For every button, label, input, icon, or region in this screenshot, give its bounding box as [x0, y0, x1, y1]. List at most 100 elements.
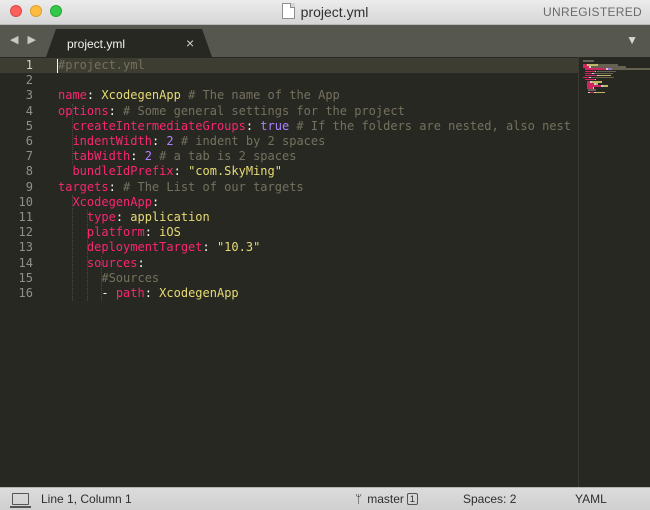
code-line[interactable]: #project.yml [58, 58, 145, 73]
line-number: 3 [25, 88, 33, 103]
code-token-string: iOS [159, 225, 181, 240]
line-number: 15 [18, 270, 33, 285]
code-token-comment: # The List of our targets [123, 179, 304, 194]
git-branch-count: 1 [406, 493, 418, 505]
code-token-key: tabWidth [72, 149, 131, 164]
code-token-comment: # indent by 2 spaces [173, 134, 326, 148]
line-number: 2 [25, 73, 33, 88]
unregistered-label: UNREGISTERED [543, 5, 642, 19]
syntax-selector[interactable]: YAML [575, 492, 607, 506]
code-token-comment: # Some general settings for the project [123, 103, 405, 118]
line-number: 14 [18, 255, 33, 270]
code-line[interactable]: sources: [58, 256, 145, 271]
editor-area[interactable]: 1 2 3 4 5 6 7 8 9 10 11 12 13 14 15 16 #project.yml name… [0, 57, 650, 487]
editor-window: project.yml UNREGISTERED ◀ ▶ project.yml… [0, 0, 650, 510]
code-token-comment: # a tab is 2 spaces [151, 149, 297, 164]
code-token-plain: - [101, 286, 116, 300]
git-branch-icon: ᛘ [355, 492, 363, 506]
code-line[interactable]: platform: iOS [58, 225, 181, 240]
code-line[interactable]: deploymentTarget: "10.3" [58, 240, 260, 255]
tab-project-yml[interactable]: project.yml × [46, 29, 212, 57]
code-token-const: 2 [144, 149, 152, 164]
line-number: 11 [18, 210, 33, 224]
tab-close-icon[interactable]: × [186, 35, 194, 51]
line-number-gutter: 1 2 3 4 5 6 7 8 9 10 11 12 13 14 15 16 [0, 57, 50, 487]
code-token-string: application [130, 210, 210, 224]
code-token-plain: : [245, 118, 261, 133]
code-line[interactable]: - path: XcodegenApp [58, 286, 239, 301]
code-token-string: XcodegenApp [159, 286, 239, 300]
panel-toggle-icon[interactable] [10, 493, 31, 508]
code-line[interactable]: indentWidth: 2 # indent by 2 spaces [58, 134, 325, 149]
title-bar: project.yml UNREGISTERED [0, 0, 650, 25]
code-token-comment: #Sources [101, 270, 160, 285]
code-token-plain: : [202, 240, 217, 255]
code-token-comment: # The name of the App [180, 88, 340, 103]
minimap-token [602, 85, 609, 87]
code-line[interactable]: #Sources [58, 271, 159, 286]
code-line[interactable]: createIntermediateGroups: true # If the … [58, 119, 580, 134]
tab-nav-arrows-icon[interactable]: ◀ ▶ [10, 33, 39, 46]
code-line[interactable]: bundleIdPrefix: "com.SkyMing" [58, 164, 282, 179]
minimap-token [611, 68, 650, 70]
code-line[interactable]: targets: # The List of our targets [58, 180, 304, 195]
code-token-plain: : [137, 255, 145, 270]
code-token-key: path [115, 286, 145, 300]
code-line[interactable]: name: XcodegenApp # The name of the App [58, 88, 340, 103]
line-number: 4 [25, 103, 33, 118]
code-line[interactable]: tabWidth: 2 # a tab is 2 spaces [58, 149, 296, 164]
git-branch-name: master [367, 492, 404, 506]
line-number: 16 [18, 286, 33, 300]
line-number: 5 [25, 118, 33, 133]
tab-dropdown-icon[interactable]: ▼ [626, 33, 638, 47]
code-token-key: type [86, 210, 116, 224]
line-number: 13 [18, 240, 33, 255]
code-token-key: XcodegenApp [72, 194, 152, 209]
minimap[interactable] [578, 57, 650, 487]
indentation-setting[interactable]: Spaces: 2 [463, 492, 516, 506]
text-cursor [57, 59, 58, 73]
code-token-plain: : [173, 164, 189, 179]
code-line[interactable]: type: application [58, 210, 210, 225]
code-token-string: "10.3" [216, 240, 261, 255]
code-token-comment: #project.yml [58, 58, 145, 72]
status-bar: Line 1, Column 1 ᛘ master 1 Spaces: 2 YAML [0, 487, 650, 510]
code-token-string: "com.SkyMing" [188, 164, 282, 179]
tab-bar: ◀ ▶ project.yml × ▼ [0, 25, 650, 57]
code-token-plain: : [108, 103, 124, 118]
code-token-plain: : [115, 210, 131, 224]
code-line[interactable]: options: # Some general settings for the… [58, 104, 405, 119]
code-token-key: platform [86, 225, 145, 240]
line-number: 6 [25, 134, 33, 148]
code-token-plain: : [151, 134, 167, 148]
code-token-comment: # If the folders are nested, also nest t… [289, 118, 580, 133]
code-token-plain: : [144, 225, 160, 240]
line-number: 7 [25, 149, 33, 164]
line-number: 10 [18, 194, 33, 209]
line-number: 1 [25, 58, 33, 72]
minimap-token [595, 91, 606, 93]
tab-label: project.yml [67, 37, 126, 51]
code-token-plain: : [151, 194, 160, 209]
code-token-key: sources [86, 255, 138, 270]
code-token-plain: : [130, 149, 145, 164]
line-number: 12 [18, 225, 33, 240]
code-token-key: createIntermediateGroups [72, 118, 246, 133]
line-number: 8 [25, 164, 33, 179]
code-text[interactable]: #project.yml name: XcodegenApp # The name… [58, 58, 580, 478]
cursor-position[interactable]: Line 1, Column 1 [41, 492, 132, 506]
code-line[interactable]: XcodegenApp: [58, 195, 159, 210]
code-token-key: options [58, 103, 109, 118]
git-branch-indicator[interactable]: ᛘ master 1 [355, 492, 418, 506]
code-token-key: deploymentTarget [86, 240, 203, 255]
code-token-key: bundleIdPrefix [72, 164, 174, 179]
minimap-token [583, 60, 594, 62]
code-token-plain: : [108, 179, 124, 194]
